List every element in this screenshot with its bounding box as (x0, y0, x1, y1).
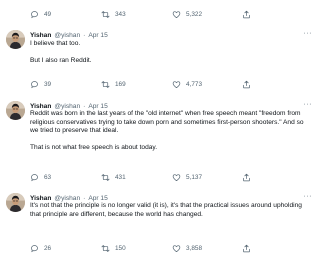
like-icon (172, 10, 181, 19)
meta-separator: · (83, 31, 86, 39)
reply-icon (30, 244, 39, 253)
tweet-paragraph: I believe that too. (30, 40, 81, 47)
retweet-button[interactable]: 150 (101, 242, 126, 254)
more-icon[interactable]: ··· (304, 193, 313, 201)
share-button[interactable] (242, 171, 256, 183)
tweet-paragraph: It's not that the principle is no longer… (30, 202, 302, 218)
reply-button[interactable]: 39 (30, 78, 51, 90)
author-name[interactable]: Yishan (30, 103, 51, 110)
retweet-icon (101, 173, 110, 182)
reply-button[interactable]: 26 (30, 242, 51, 254)
reply-icon (30, 10, 39, 19)
share-icon (242, 80, 251, 89)
tweet[interactable]: Yishan @yishan · Apr 15 ··· Reddit was b… (0, 101, 320, 186)
like-button[interactable]: 3,858 (172, 242, 202, 254)
avatar-image (6, 193, 25, 212)
reply-icon (30, 173, 39, 182)
avatar[interactable] (6, 30, 25, 49)
tweet-actions: 26 150 3,858 (30, 242, 308, 254)
like-icon (172, 244, 181, 253)
more-icon[interactable]: ··· (304, 30, 313, 38)
reply-count: 39 (44, 80, 52, 88)
share-icon (242, 173, 251, 182)
retweet-icon (101, 10, 110, 19)
like-count: 5,322 (186, 10, 202, 18)
avatar[interactable] (6, 193, 25, 212)
meta-separator: · (83, 194, 86, 202)
tweet-actions: 63 431 5,137 (30, 171, 308, 183)
like-button[interactable]: 5,137 (172, 171, 202, 183)
author-name[interactable]: Yishan (30, 32, 51, 39)
share-icon (242, 244, 251, 253)
tweet-paragraph: Reddit was born in the last years of the… (30, 110, 304, 135)
author-handle[interactable]: @yishan (54, 103, 80, 110)
top-tweet-actions: 49 343 5,322 (30, 8, 308, 20)
tweet-date[interactable]: Apr 15 (88, 103, 107, 110)
tweet-paragraph: But I also ran Reddit. (30, 57, 92, 65)
like-count: 3,858 (186, 244, 202, 252)
author-handle[interactable]: @yishan (54, 195, 80, 202)
more-icon[interactable]: ··· (304, 101, 313, 109)
meta-separator: · (83, 102, 86, 110)
retweet-count: 150 (115, 244, 126, 252)
tweet[interactable]: Yishan @yishan · Apr 15 ··· I believe th… (0, 30, 320, 96)
retweet-button[interactable]: 343 (101, 8, 126, 20)
like-count: 5,137 (186, 173, 202, 181)
reply-count: 63 (44, 173, 52, 181)
tweet-text: I believe that too. But I also ran Reddi… (30, 40, 312, 66)
share-button[interactable] (242, 78, 256, 90)
tweet-date[interactable]: Apr 15 (88, 195, 107, 202)
reply-count: 49 (44, 10, 52, 18)
reply-icon (30, 80, 39, 89)
retweet-icon (101, 80, 110, 89)
share-icon (242, 10, 251, 19)
tweet-text: It's not that the principle is no longer… (30, 202, 312, 219)
like-icon (172, 173, 181, 182)
retweet-count: 169 (115, 80, 126, 88)
share-button[interactable] (242, 8, 256, 20)
like-icon (172, 80, 181, 89)
retweet-count: 431 (115, 173, 126, 181)
reply-button[interactable]: 49 (30, 8, 51, 20)
retweet-count: 343 (115, 10, 126, 18)
author-name[interactable]: Yishan (30, 195, 51, 202)
avatar-image (6, 30, 25, 49)
avatar-image (6, 101, 25, 120)
tweet-date[interactable]: Apr 15 (88, 32, 107, 39)
like-button[interactable]: 5,322 (172, 8, 202, 20)
like-button[interactable]: 4,773 (172, 78, 202, 90)
tweet-paragraph: That is not what free speech is about to… (30, 144, 158, 152)
retweet-button[interactable]: 169 (101, 78, 126, 90)
reply-button[interactable]: 63 (30, 171, 51, 183)
share-button[interactable] (242, 242, 256, 254)
reply-count: 26 (44, 244, 52, 252)
avatar[interactable] (6, 101, 25, 120)
author-handle[interactable]: @yishan (54, 32, 80, 39)
tweet-text: Reddit was born in the last years of the… (30, 110, 312, 153)
tweet-header: Yishan @yishan · Apr 15 (30, 30, 108, 40)
retweet-icon (101, 244, 110, 253)
tweet[interactable]: Yishan @yishan · Apr 15 ··· It's not tha… (0, 193, 320, 258)
like-count: 4,773 (186, 80, 202, 88)
tweet-actions: 39 169 4,773 (30, 78, 308, 90)
retweet-button[interactable]: 431 (101, 171, 126, 183)
